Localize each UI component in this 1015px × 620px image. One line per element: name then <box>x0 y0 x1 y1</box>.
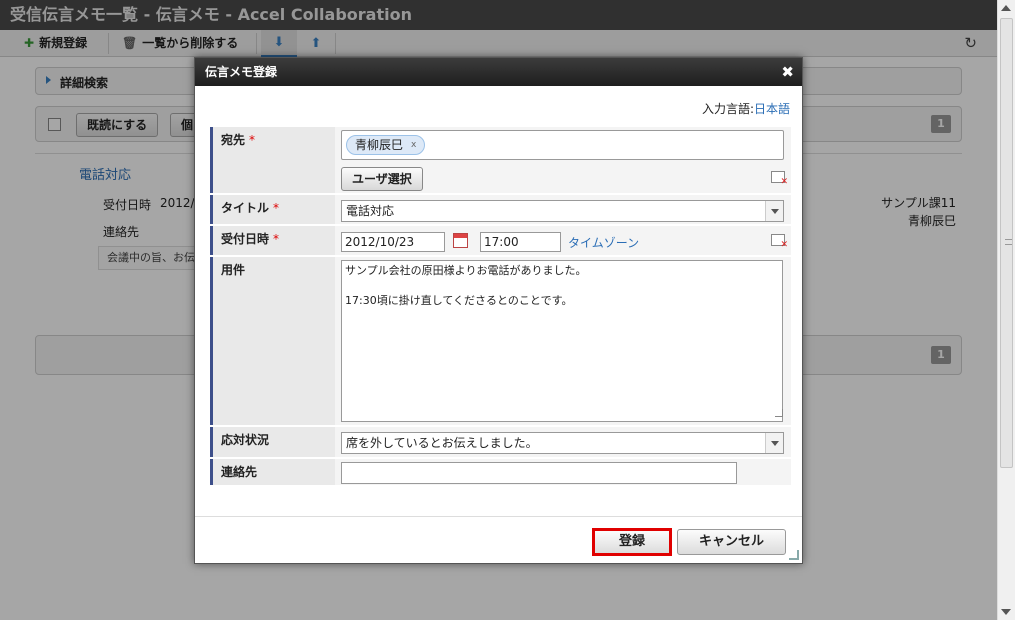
date-input[interactable]: 2012/10/23 <box>341 232 445 252</box>
clear-recipient-icon[interactable] <box>771 171 788 187</box>
contact-label-text: 連絡先 <box>221 465 258 479</box>
scroll-up-arrow-icon[interactable] <box>1001 5 1011 11</box>
recipient-chip-name: 青柳辰巳 <box>355 138 404 152</box>
contact-label: 連絡先 <box>210 459 335 485</box>
content-textarea[interactable]: サンプル会社の原田様よりお電話がありました。 17:30頃に掛け直してくださると… <box>341 260 783 422</box>
chevron-down-icon[interactable] <box>765 201 783 221</box>
title-field: 電話対応 <box>335 195 791 224</box>
title-label: タイトル * <box>210 195 335 224</box>
recipient-chip[interactable]: 青柳辰巳 x <box>346 135 426 155</box>
title-select-value: 電話対応 <box>346 204 395 218</box>
dialog-footer: 登録 キャンセル <box>195 516 802 563</box>
contact-field <box>335 459 791 485</box>
clear-date-icon[interactable] <box>771 234 788 250</box>
required-mark: * <box>273 201 280 215</box>
contact-input[interactable] <box>341 462 737 484</box>
dialog-resize-icon[interactable] <box>789 550 799 560</box>
status-label: 応対状況 <box>210 427 335 457</box>
cancel-button[interactable]: キャンセル <box>677 529 786 555</box>
received-date-row: 受付日時 * 2012/10/23 17:00 タイムゾーン <box>210 226 791 257</box>
required-mark: * <box>249 133 256 147</box>
resize-grip-icon[interactable] <box>775 409 783 417</box>
grip-icon <box>1005 239 1012 245</box>
user-select-button[interactable]: ユーザ選択 <box>341 167 423 191</box>
calendar-icon[interactable] <box>453 233 468 248</box>
title-select[interactable]: 電話対応 <box>341 200 784 222</box>
status-field: 席を外しているとお伝えしました。 <box>335 427 791 457</box>
received-date-label: 受付日時 * <box>210 226 335 255</box>
time-input[interactable]: 17:00 <box>480 232 561 252</box>
received-date-field: 2012/10/23 17:00 タイムゾーン <box>335 226 791 255</box>
recipient-row: 宛先 * 青柳辰巳 x ユーザ選択 <box>210 127 791 195</box>
scroll-thumb[interactable] <box>1000 18 1013 468</box>
content-row: 用件 サンプル会社の原田様よりお電話がありました。 17:30頃に掛け直してくだ… <box>210 257 791 427</box>
recipient-input[interactable]: 青柳辰巳 x <box>341 130 784 160</box>
contact-row: 連絡先 <box>210 459 791 487</box>
status-select[interactable]: 席を外しているとお伝えしました。 <box>341 432 784 454</box>
chip-remove-icon[interactable]: x <box>411 136 416 154</box>
recipient-field: 青柳辰巳 x ユーザ選択 <box>335 127 791 193</box>
received-date-label-text: 受付日時 <box>221 232 270 246</box>
close-icon[interactable]: ✖ <box>781 58 794 86</box>
chevron-down-icon[interactable] <box>765 433 783 453</box>
content-label-text: 用件 <box>221 263 246 277</box>
status-select-value: 席を外しているとお伝えしました。 <box>346 436 538 450</box>
content-label: 用件 <box>210 257 335 425</box>
status-label-text: 応対状況 <box>221 433 270 447</box>
title-row: タイトル * 電話対応 <box>210 195 791 226</box>
input-language: 入力言語:日本語 <box>702 100 790 117</box>
dialog-title: 伝言メモ登録 <box>205 65 278 79</box>
vertical-scrollbar[interactable] <box>997 0 1015 620</box>
required-mark: * <box>273 232 280 246</box>
memo-form: 宛先* 青柳辰巳 x ユーザ選択 タイトル* 電話対応 <box>210 127 791 487</box>
input-language-link[interactable]: 日本語 <box>754 102 790 116</box>
title-label-text: タイトル <box>221 201 270 215</box>
content-field: サンプル会社の原田様よりお電話がありました。 17:30頃に掛け直してくださると… <box>335 257 791 425</box>
dialog-header: 伝言メモ登録 ✖ <box>195 58 802 86</box>
recipient-label: 宛先 * <box>210 127 335 193</box>
status-row: 応対状況 席を外しているとお伝えしました。 <box>210 427 791 459</box>
recipient-label-text: 宛先 <box>221 133 246 147</box>
timezone-link[interactable]: タイムゾーン <box>568 234 639 251</box>
memo-register-dialog: 伝言メモ登録 ✖ 入力言語:日本語 宛先 * 青柳辰巳 x ユーザ選択 ✕ タイ… <box>194 57 803 564</box>
input-language-label: 入力言語: <box>701 102 754 116</box>
scroll-down-arrow-icon[interactable] <box>1001 609 1011 615</box>
register-button[interactable]: 登録 <box>592 528 672 556</box>
